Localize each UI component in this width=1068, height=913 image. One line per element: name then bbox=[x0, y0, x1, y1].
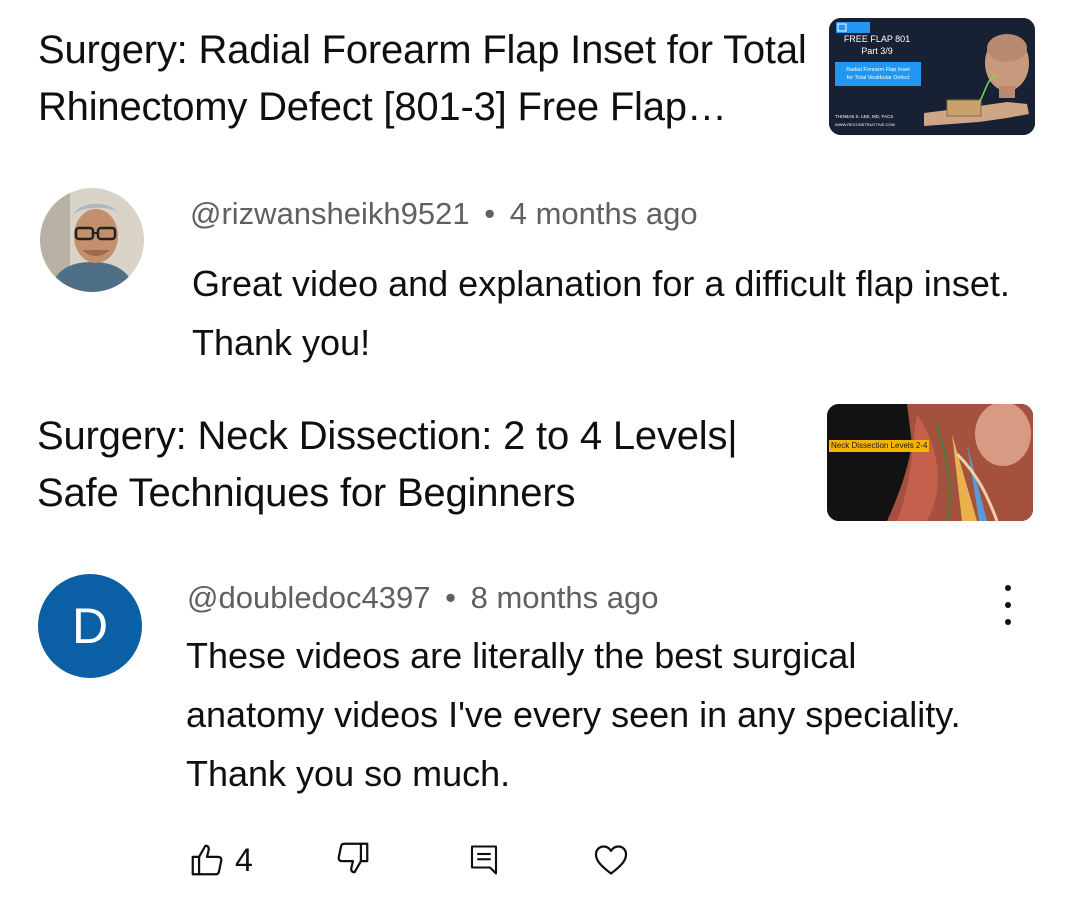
comment-2-text: These videos are literally the best surg… bbox=[186, 635, 961, 794]
thumbnail-1-caption-line2: for Total Vestibular Defect bbox=[846, 75, 910, 81]
heart-button[interactable] bbox=[591, 840, 631, 880]
thumbnail-1-part: Part 3/9 bbox=[861, 46, 893, 56]
comment-1-author[interactable]: @rizwansheikh9521 bbox=[190, 196, 470, 231]
kebab-dot bbox=[1005, 585, 1011, 591]
comment-1-text: Great video and explanation for a diffic… bbox=[192, 263, 1010, 363]
video-thumbnail-1[interactable]: FREE FLAP 801 Part 3/9 Radial Forearm Fl… bbox=[829, 18, 1035, 135]
comment-2-meta: @doubledoc4397 • 8 months ago bbox=[187, 580, 658, 616]
thumbnail-1-caption-line1: Radial Forearm Flap Inset bbox=[846, 67, 910, 73]
heart-icon bbox=[594, 845, 628, 875]
avatar-photo bbox=[40, 188, 144, 292]
avatar-rizwansheikh[interactable] bbox=[40, 188, 144, 292]
like-count: 4 bbox=[235, 841, 253, 878]
more-vert-icon[interactable] bbox=[996, 585, 1020, 625]
thumbnail-1-heading: FREE FLAP 801 bbox=[843, 34, 911, 44]
comment-2-author[interactable]: @doubledoc4397 bbox=[187, 580, 431, 615]
comment-1-time: 4 months ago bbox=[509, 196, 698, 231]
reply-button[interactable] bbox=[466, 840, 502, 880]
comment-1-meta: @rizwansheikh9521 • 4 months ago bbox=[190, 196, 698, 232]
comment-icon bbox=[470, 845, 498, 875]
kebab-dot bbox=[1005, 619, 1011, 625]
avatar-doubledoc[interactable]: D bbox=[38, 574, 142, 678]
thumbnail-2-caption: Neck Dissection Levels 2-4 bbox=[829, 440, 930, 452]
thumbnail-2-graphic bbox=[827, 404, 1033, 521]
video-title-1[interactable]: Surgery: Radial Forearm Flap Inset for T… bbox=[38, 22, 808, 136]
thumbnail-1-caption: Radial Forearm Flap Inset for Total Vest… bbox=[835, 62, 921, 86]
meta-separator: • bbox=[445, 580, 456, 615]
thumbnail-1-author: THOMAS S. LEE, MD, FACS bbox=[835, 114, 894, 119]
meta-separator: • bbox=[484, 196, 496, 231]
dislike-button[interactable] bbox=[333, 838, 373, 878]
video-title-2[interactable]: Surgery: Neck Dissection: 2 to 4 Levels|… bbox=[37, 408, 807, 522]
thumbs-up-icon bbox=[191, 844, 223, 876]
comment-2-time: 8 months ago bbox=[470, 580, 659, 615]
kebab-dot bbox=[1005, 602, 1011, 608]
video-thumbnail-2[interactable]: Neck Dissection Levels 2-4 bbox=[827, 404, 1033, 521]
thumbnail-1-site: WWW.RECONSTRUCTIVE.COM bbox=[835, 122, 895, 127]
avatar-letter: D bbox=[71, 598, 109, 654]
like-button[interactable]: 4 bbox=[187, 840, 253, 880]
thumbs-down-icon bbox=[337, 842, 369, 874]
